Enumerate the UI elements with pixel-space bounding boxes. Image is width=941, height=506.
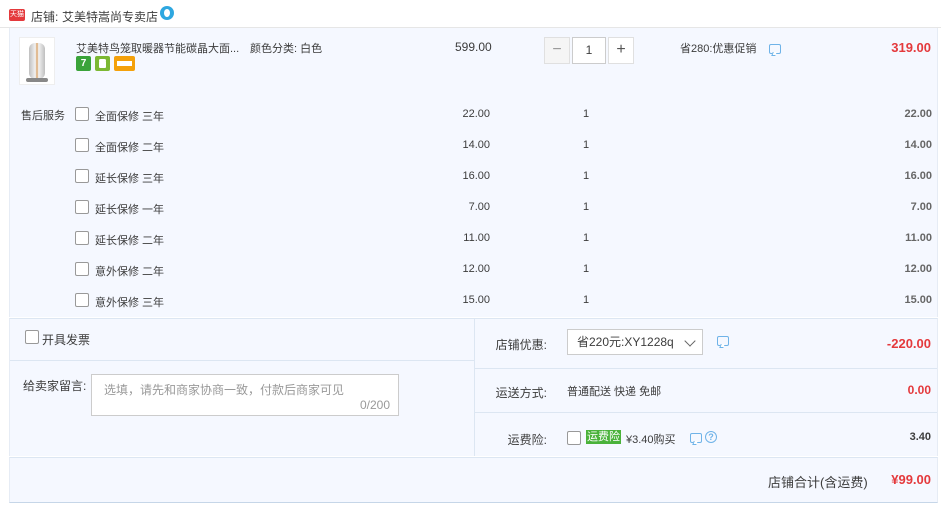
- memo-placeholder: 选填，请先和商家协商一致，付款后商家可见: [104, 383, 345, 397]
- shipping-label: 运送方式:: [495, 386, 547, 400]
- service-total: 7.00: [910, 201, 932, 213]
- right-options-divider: [475, 412, 937, 413]
- memo-char-count: 0/200: [359, 398, 390, 412]
- heater-base-shape: [26, 78, 48, 82]
- service-row: 全面保修 三年 22.00 1 22.00: [0, 107, 941, 127]
- service-price: 14.00: [462, 139, 490, 151]
- service-row: 意外保修 二年 12.00 1 12.00: [0, 262, 941, 282]
- product-sku: 颜色分类: 白色: [250, 43, 323, 55]
- service-total: 11.00: [905, 232, 932, 244]
- card-icon[interactable]: [114, 56, 135, 71]
- memo-label: 给卖家留言:: [23, 379, 87, 393]
- service-checkbox[interactable]: [75, 200, 89, 214]
- memo-textarea[interactable]: 选填，请先和商家协商一致，付款后商家可见 0/200: [91, 374, 399, 416]
- quantity-stepper: − 1 +: [544, 37, 634, 64]
- service-checkbox[interactable]: [75, 231, 89, 245]
- shop-total-label: 店铺合计(含运费): [768, 475, 868, 490]
- service-row: 延长保修 二年 11.00 1 11.00: [0, 231, 941, 251]
- service-price: 22.00: [462, 108, 490, 120]
- invoice-label[interactable]: 开具发票: [42, 331, 90, 348]
- service-row: 延长保修 一年 7.00 1 7.00: [0, 200, 941, 220]
- service-row: 意外保修 三年 15.00 1 15.00: [0, 293, 941, 313]
- insurance-label: 运费险:: [507, 433, 547, 447]
- shop-total-value: ¥99.00: [891, 472, 931, 487]
- insurance-value: 3.40: [909, 431, 931, 443]
- service-checkbox[interactable]: [75, 138, 89, 152]
- right-options-divider: [475, 368, 937, 369]
- android-icon[interactable]: [95, 56, 110, 71]
- insurance-checkbox[interactable]: [567, 431, 581, 445]
- service-name: 延长保修 一年: [95, 204, 165, 216]
- product-total: 319.00: [891, 40, 931, 55]
- service-checkbox[interactable]: [75, 107, 89, 121]
- product-service-icons: 7: [76, 56, 135, 71]
- product-image[interactable]: [19, 37, 55, 85]
- service-price: 15.00: [462, 294, 490, 306]
- service-row: 全面保修 二年 14.00 1 14.00: [0, 138, 941, 158]
- service-price: 16.00: [462, 170, 490, 182]
- coupon-select[interactable]: 省220元:XY1228q: [567, 329, 703, 355]
- service-qty: 1: [583, 263, 590, 275]
- service-name: 延长保修 二年: [95, 235, 165, 247]
- seven-day-return-icon[interactable]: 7: [76, 56, 91, 71]
- service-name: 全面保修 三年: [95, 111, 165, 123]
- service-qty: 1: [583, 139, 590, 151]
- shipping-method: 普通配送 快递 免邮: [567, 386, 662, 398]
- service-qty: 1: [583, 108, 590, 120]
- coupon-chat-icon[interactable]: [717, 336, 729, 346]
- shop-name-link[interactable]: 艾美特嵩尚专卖店: [62, 8, 158, 25]
- service-qty: 1: [583, 232, 590, 244]
- service-total: 15.00: [904, 294, 932, 306]
- service-total: 14.00: [904, 139, 932, 151]
- product-unit-price: 599.00: [455, 40, 492, 54]
- coupon-label: 店铺优惠:: [495, 338, 547, 352]
- shop-header: 天猫 店铺: 艾美特嵩尚专卖店: [0, 0, 941, 28]
- service-name: 全面保修 二年: [95, 142, 165, 154]
- service-name: 延长保修 三年: [95, 173, 165, 185]
- insurance-chat-icon[interactable]: [690, 433, 702, 443]
- invoice-checkbox[interactable]: [25, 330, 39, 344]
- insurance-price: ¥3.40购买: [626, 434, 676, 446]
- left-options-divider: [10, 360, 474, 361]
- service-row: 延长保修 三年 16.00 1 16.00: [0, 169, 941, 189]
- insurance-badge: 运费险: [586, 430, 621, 444]
- service-qty: 1: [583, 294, 590, 306]
- shipping-value: 0.00: [907, 383, 931, 397]
- help-icon[interactable]: ?: [705, 431, 717, 443]
- coupon-selected-value: 省220元:XY1228q: [577, 335, 674, 349]
- promo-chat-icon[interactable]: [769, 44, 781, 54]
- service-name: 意外保修 二年: [95, 266, 165, 278]
- shop-label: 店铺:: [31, 10, 59, 24]
- heater-image-icon: [29, 43, 45, 79]
- service-total: 22.00: [904, 108, 932, 120]
- chevron-down-icon: [684, 335, 696, 347]
- service-qty: 1: [583, 201, 590, 213]
- quantity-input[interactable]: 1: [572, 37, 606, 64]
- service-checkbox[interactable]: [75, 169, 89, 183]
- service-name: 意外保修 三年: [95, 297, 165, 309]
- service-total: 12.00: [904, 263, 932, 275]
- promo-text: 省280:优惠促销: [680, 43, 757, 55]
- service-price: 7.00: [468, 201, 490, 213]
- service-price: 11.00: [463, 232, 490, 244]
- quantity-decrease-button[interactable]: −: [544, 37, 570, 64]
- service-checkbox[interactable]: [75, 293, 89, 307]
- tmall-logo-icon: 天猫: [9, 9, 25, 21]
- product-title-link[interactable]: 艾美特鸟笼取暖器节能碳晶大面...: [76, 40, 246, 56]
- service-price: 12.00: [462, 263, 490, 275]
- service-checkbox[interactable]: [75, 262, 89, 276]
- coupon-value: -220.00: [886, 336, 931, 351]
- wangwang-chat-icon[interactable]: [160, 6, 174, 20]
- service-qty: 1: [583, 170, 590, 182]
- quantity-increase-button[interactable]: +: [608, 37, 634, 64]
- service-total: 16.00: [904, 170, 932, 182]
